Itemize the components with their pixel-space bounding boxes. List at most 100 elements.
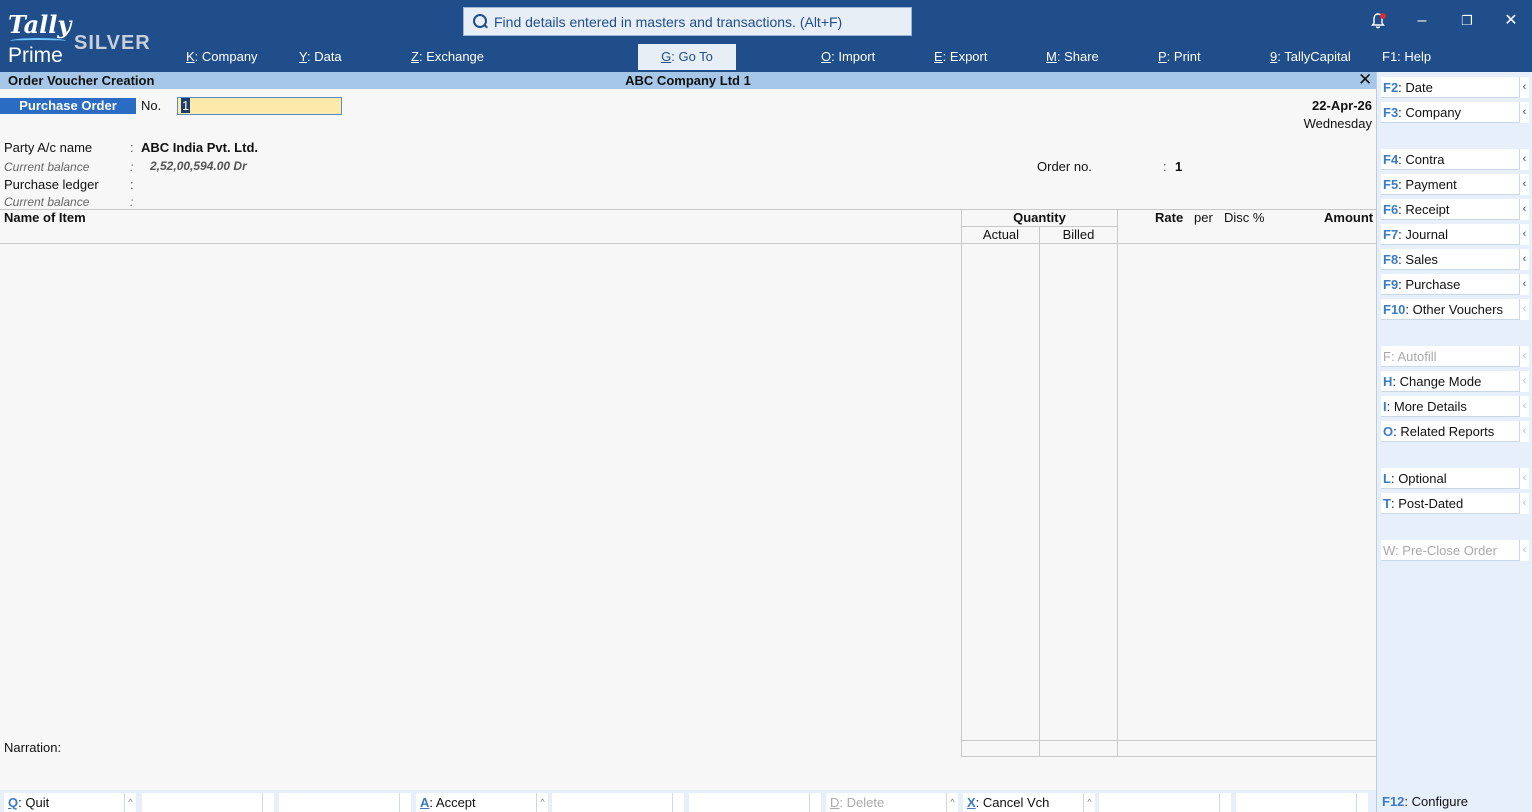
f2-date-button[interactable]: F2: Date ‹ xyxy=(1381,77,1529,98)
chevron-left-icon[interactable]: ‹ xyxy=(1519,468,1529,489)
change-mode-button[interactable]: H: Change Mode ‹ xyxy=(1381,371,1529,392)
menu-key: F1 xyxy=(1382,49,1398,64)
chevron-left-icon[interactable]: ‹ xyxy=(1519,299,1529,320)
menu-exchange[interactable]: Z: Exchange xyxy=(411,44,484,70)
f3-company-button[interactable]: F3: Company ‹ xyxy=(1381,102,1529,123)
chevron-left-icon[interactable]: ‹ xyxy=(1519,371,1529,392)
menu-import[interactable]: O: Import xyxy=(821,44,875,70)
search-bar[interactable]: Find details entered in masters and tran… xyxy=(463,7,912,36)
bell-icon[interactable] xyxy=(1366,10,1390,32)
empty-button-slot xyxy=(552,793,684,812)
col-rate: Rate xyxy=(1155,210,1184,225)
button-label: Accept xyxy=(435,795,476,810)
narration-label[interactable]: Narration: xyxy=(4,740,61,755)
caret-up-icon: ^ xyxy=(1083,793,1095,812)
more-details-button[interactable]: I: More Details ‹ xyxy=(1381,396,1529,417)
minimize-icon[interactable]: – xyxy=(1410,10,1434,32)
f5-payment-button[interactable]: F5: Payment ‹ xyxy=(1381,174,1529,195)
button-label: Autofill xyxy=(1397,349,1437,364)
menu-key: P xyxy=(1158,49,1167,64)
menu-help[interactable]: F1: Help xyxy=(1382,44,1431,70)
notification-dot xyxy=(1380,13,1386,19)
chevron-left-icon[interactable]: ‹ xyxy=(1519,540,1529,561)
hotkey: F xyxy=(1383,349,1391,364)
hotkey: F4 xyxy=(1383,152,1399,167)
button-label: Optional xyxy=(1398,471,1447,486)
ledger-balance-colon: : xyxy=(130,195,134,209)
search-icon xyxy=(472,13,488,30)
order-no-value[interactable]: 1 xyxy=(1175,159,1182,174)
chevron-left-icon[interactable]: ‹ xyxy=(1519,199,1529,220)
menu-share[interactable]: M: Share xyxy=(1046,44,1099,70)
voucher-no-input[interactable]: 1 xyxy=(177,97,342,115)
chevron-left-icon[interactable]: ‹ xyxy=(1519,493,1529,514)
quit-button[interactable]: Q: Quit ^ xyxy=(4,793,136,812)
pre-close-order-button[interactable]: W: Pre-Close Order ‹ xyxy=(1381,540,1529,561)
company-name: ABC Company Ltd 1 xyxy=(625,73,751,88)
optional-button[interactable]: L: Optional ‹ xyxy=(1381,468,1529,489)
hotkey: H xyxy=(1383,374,1393,389)
related-reports-button[interactable]: O: Related Reports ‹ xyxy=(1381,421,1529,442)
menu-key: K xyxy=(186,49,195,64)
table-header-border xyxy=(0,243,1376,244)
chevron-left-icon[interactable]: ‹ xyxy=(1519,102,1529,123)
button-label: Change Mode xyxy=(1399,374,1482,389)
column-divider xyxy=(1117,209,1118,757)
party-name-field[interactable]: ABC India Pvt. Ltd. xyxy=(141,140,258,155)
restore-icon[interactable]: ❐ xyxy=(1455,10,1479,32)
voucher-no-value: 1 xyxy=(181,98,191,113)
menu-tallycapital[interactable]: 9: TallyCapital xyxy=(1270,44,1351,70)
chevron-left-icon[interactable]: ‹ xyxy=(1519,174,1529,195)
chevron-left-icon[interactable]: ‹ xyxy=(1519,77,1529,98)
f12-configure-button[interactable]: F12: Configure xyxy=(1382,794,1468,809)
f8-sales-button[interactable]: F8: Sales ‹ xyxy=(1381,249,1529,270)
voucher-type-badge[interactable]: Purchase Order xyxy=(0,98,136,114)
hotkey: F5 xyxy=(1383,177,1399,192)
button-label: Payment xyxy=(1405,177,1457,192)
voucher-date[interactable]: 22-Apr-26 xyxy=(1312,98,1372,113)
menu-label: Import xyxy=(838,49,876,64)
menu-label: Print xyxy=(1173,49,1201,64)
menu-data[interactable]: Y: Data xyxy=(299,44,342,70)
chevron-left-icon[interactable]: ‹ xyxy=(1519,346,1529,367)
autofill-button[interactable]: F: Autofill ‹ xyxy=(1381,346,1529,367)
close-icon[interactable]: ✕ xyxy=(1358,70,1372,90)
chevron-left-icon[interactable]: ‹ xyxy=(1519,249,1529,270)
search-placeholder: Find details entered in masters and tran… xyxy=(494,13,843,30)
chevron-left-icon[interactable]: ‹ xyxy=(1519,224,1529,245)
menu-export[interactable]: E: Export xyxy=(934,44,987,70)
cancel-vch-button[interactable]: X: Cancel Vch ^ xyxy=(963,793,1095,812)
button-label: Post-Dated xyxy=(1398,496,1464,511)
menu-company[interactable]: K: Company xyxy=(186,44,258,70)
ledger-balance-label: Current balance xyxy=(4,195,90,209)
menu-label: Export xyxy=(949,49,988,64)
close-icon[interactable]: ✕ xyxy=(1499,10,1523,32)
col-quantity: Quantity xyxy=(1013,210,1066,225)
menu-go-to[interactable]: G: Go To xyxy=(638,44,736,70)
button-label: Other Vouchers xyxy=(1412,302,1503,317)
f10-other-vouchers-button[interactable]: F10: Other Vouchers ‹ xyxy=(1381,299,1529,320)
hotkey: F9 xyxy=(1383,277,1399,292)
purchase-ledger-label: Purchase ledger xyxy=(4,177,99,192)
menu-print[interactable]: P: Print xyxy=(1158,44,1201,70)
f7-journal-button[interactable]: F7: Journal ‹ xyxy=(1381,224,1529,245)
button-label: Quit xyxy=(25,795,50,810)
f6-receipt-button[interactable]: F6: Receipt ‹ xyxy=(1381,199,1529,220)
chevron-left-icon[interactable]: ‹ xyxy=(1519,396,1529,417)
f9-purchase-button[interactable]: F9: Purchase ‹ xyxy=(1381,274,1529,295)
delete-button[interactable]: D: Delete ^ xyxy=(826,793,958,812)
post-dated-button[interactable]: T: Post-Dated ‹ xyxy=(1381,493,1529,514)
title-bar: Order Voucher Creation ABC Company Ltd 1… xyxy=(0,70,1376,90)
chevron-left-icon[interactable]: ‹ xyxy=(1519,421,1529,442)
col-amount: Amount xyxy=(1324,210,1374,225)
hotkey: Q xyxy=(8,795,19,810)
menu-key: E xyxy=(934,49,943,64)
accept-button[interactable]: A: Accept ^ xyxy=(416,793,548,812)
button-label: Date xyxy=(1405,80,1433,95)
hotkey: I xyxy=(1383,399,1387,414)
col-actual: Actual xyxy=(982,227,1020,242)
chevron-left-icon[interactable]: ‹ xyxy=(1519,274,1529,295)
hotkey: D xyxy=(830,795,840,810)
chevron-left-icon[interactable]: ‹ xyxy=(1519,149,1529,170)
f4-contra-button[interactable]: F4: Contra ‹ xyxy=(1381,149,1529,170)
